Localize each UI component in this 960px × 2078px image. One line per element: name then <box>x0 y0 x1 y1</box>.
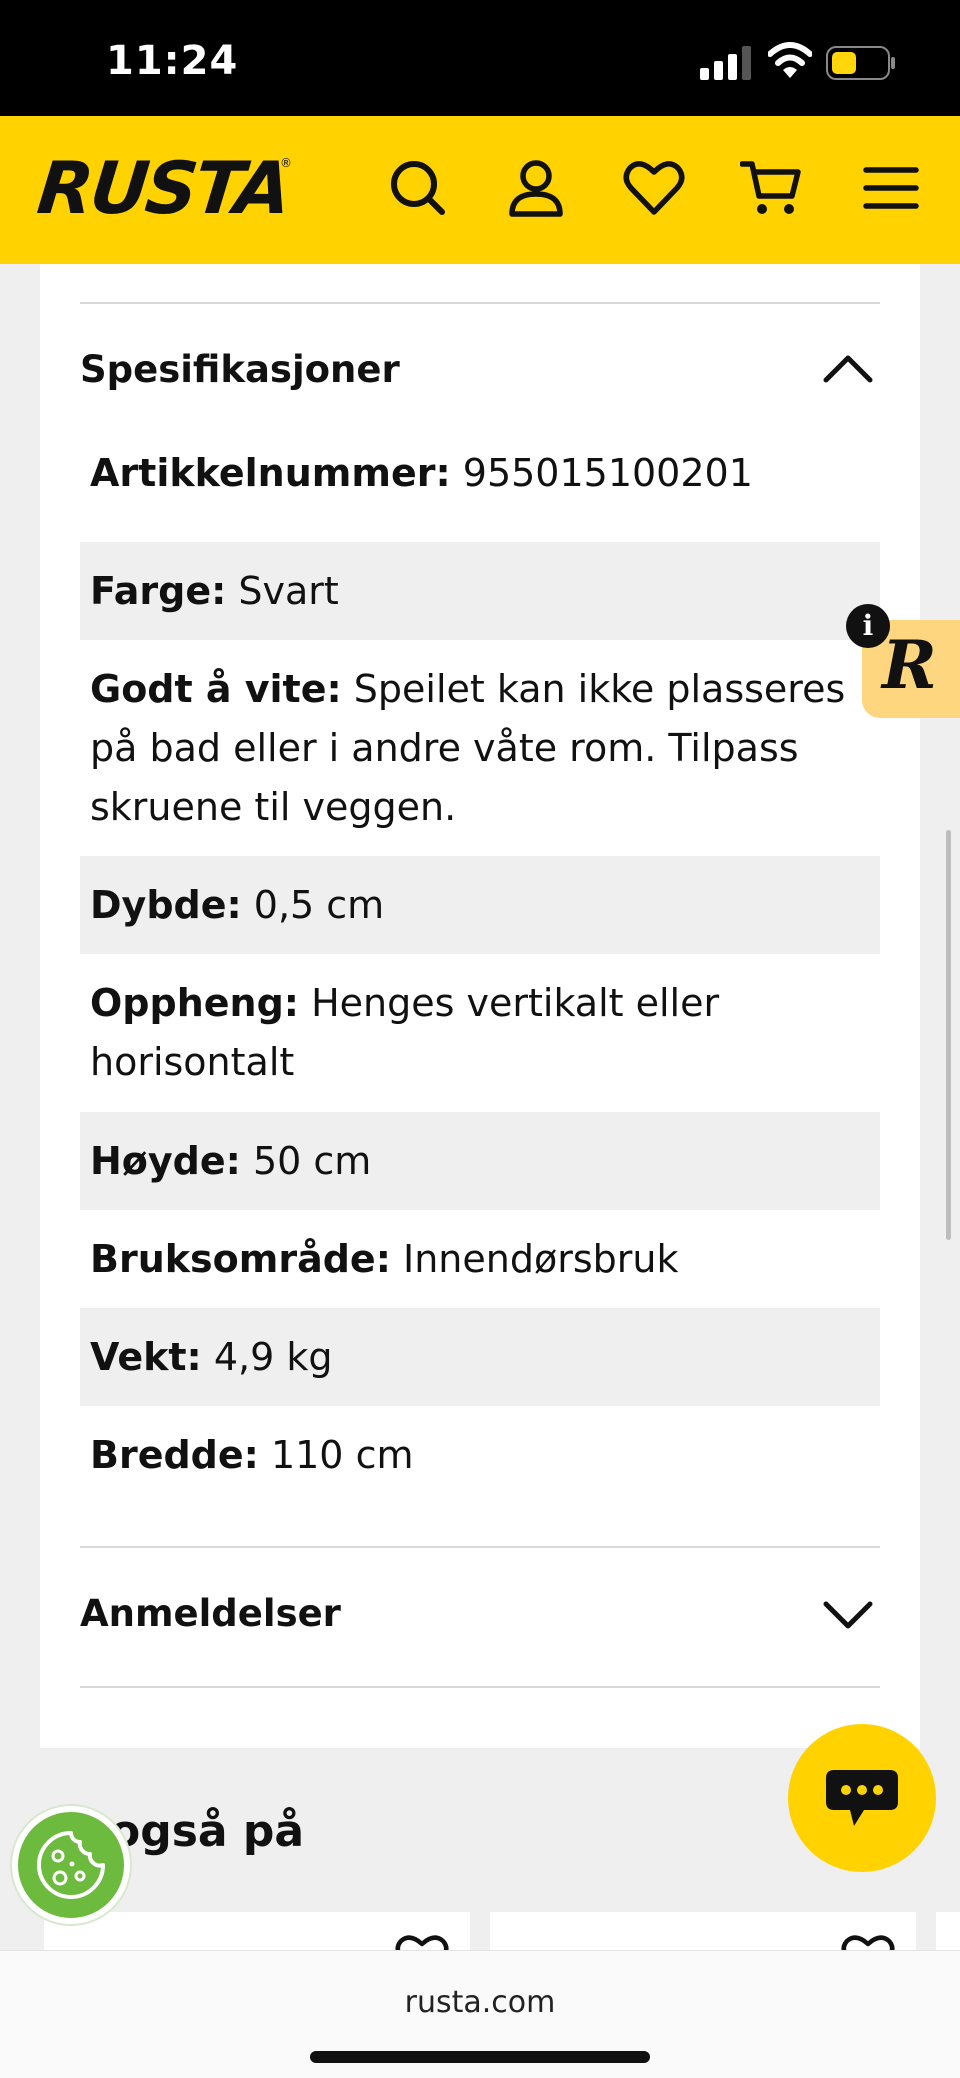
spec-value: Svart <box>238 569 339 613</box>
browser-address-bar[interactable]: rusta.com <box>0 1950 960 2078</box>
spec-row: Godt å vite: Speilet kan ikke plasseres … <box>80 640 880 829</box>
specifications-title[interactable]: Spesifikasjoner <box>80 348 400 391</box>
spec-key: Høyde: <box>90 1139 241 1183</box>
status-time: 11:24 <box>106 38 239 84</box>
chevron-down-icon[interactable] <box>820 1598 876 1634</box>
spec-row: Høyde: 50 cm <box>80 1112 880 1210</box>
search-icon[interactable] <box>386 156 450 220</box>
rusta-logo[interactable]: RUSTA <box>34 146 293 230</box>
scrollbar[interactable] <box>946 830 951 1240</box>
site-header: RUSTA ® <box>0 116 960 264</box>
status-bar: 11:24 <box>0 0 960 116</box>
spec-row: Oppheng: Henges vertikalt eller horisont… <box>80 954 880 1112</box>
spec-key: Godt å vite: <box>90 667 342 711</box>
spec-key: Dybde: <box>90 883 242 927</box>
spec-value-line-2: på bad eller i andre våte rom. Tilpass <box>90 726 799 770</box>
spec-value-line-3: skruene til veggen. <box>90 785 457 829</box>
home-indicator[interactable] <box>310 2051 650 2063</box>
logo-registered-mark: ® <box>280 156 292 170</box>
cookie-icon <box>37 1831 105 1899</box>
spec-row: Bredde: 110 cm <box>80 1406 880 1504</box>
reviews-title[interactable]: Anmeldelser <box>80 1592 341 1635</box>
spec-row: Bruksområde: Innendørsbruk <box>80 1210 880 1308</box>
cart-icon[interactable] <box>740 156 804 220</box>
spec-value: Speilet kan ikke plasseres <box>353 667 846 711</box>
spec-key: Bruksområde: <box>90 1237 391 1281</box>
chevron-up-icon[interactable] <box>820 350 876 386</box>
url-text[interactable]: rusta.com <box>0 1985 960 2020</box>
spec-value: 955015100201 <box>462 451 753 495</box>
spec-value: 110 cm <box>270 1433 414 1477</box>
chat-button[interactable] <box>788 1724 936 1872</box>
spec-value: 4,9 kg <box>213 1335 333 1379</box>
spec-key: Oppheng: <box>90 981 299 1025</box>
spec-value: Henges vertikalt eller <box>311 981 720 1025</box>
spec-value: 50 cm <box>252 1139 372 1183</box>
account-icon[interactable] <box>504 156 568 220</box>
wifi-icon <box>768 42 812 78</box>
cookie-settings-button[interactable] <box>12 1806 130 1924</box>
spec-row: Artikkelnummer: 955015100201 <box>80 424 880 522</box>
menu-icon[interactable] <box>858 156 922 220</box>
spec-key: Vekt: <box>90 1335 202 1379</box>
divider <box>80 1546 880 1548</box>
divider <box>80 302 880 304</box>
cellular-signal-icon <box>700 46 751 80</box>
spec-row: Dybde: 0,5 cm <box>80 856 880 954</box>
spec-row: Farge: Svart <box>80 542 880 640</box>
info-icon[interactable]: i <box>846 604 890 648</box>
divider <box>80 1686 880 1688</box>
spec-value-line-2: horisontalt <box>90 1040 295 1084</box>
review-widget-logo: R <box>882 626 937 704</box>
spec-row: Vekt: 4,9 kg <box>80 1308 880 1406</box>
spec-key: Farge: <box>90 569 227 613</box>
chat-bubble-icon <box>826 1770 898 1826</box>
spec-value: 0,5 cm <box>253 883 385 927</box>
wishlist-heart-icon[interactable] <box>622 156 686 220</box>
product-details-card: Spesifikasjoner Artikkelnummer: 95501510… <box>40 264 920 1748</box>
spec-key: Bredde: <box>90 1433 259 1477</box>
also-section-title: også på <box>110 1806 305 1857</box>
spec-value: Innendørsbruk <box>403 1237 679 1281</box>
spec-key: Artikkelnummer: <box>90 451 451 495</box>
battery-icon <box>826 46 895 80</box>
